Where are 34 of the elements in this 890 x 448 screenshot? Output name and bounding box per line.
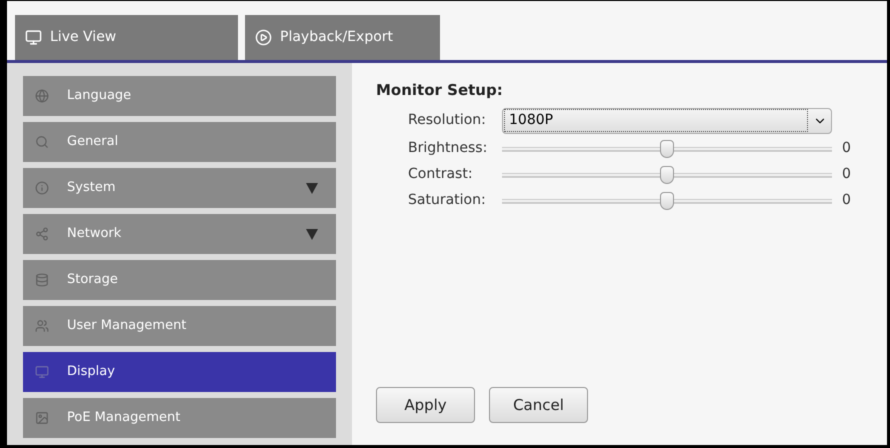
slider-label: Contrast: <box>408 165 474 184</box>
monitor-icon <box>25 29 42 46</box>
sidebar-item[interactable]: User Management <box>23 306 336 346</box>
play-icon <box>255 29 272 46</box>
slider-thumb[interactable] <box>660 192 674 210</box>
sidebar-item[interactable]: General <box>23 122 336 162</box>
sidebar-item[interactable]: PoE Management <box>23 398 336 438</box>
slider-label: Saturation: <box>408 191 487 210</box>
action-button[interactable]: Apply <box>376 387 475 423</box>
sidebar-item[interactable]: Storage <box>23 260 336 300</box>
users-icon <box>35 319 49 333</box>
sidebar-item[interactable]: Display <box>23 352 336 392</box>
tab[interactable]: Live View <box>15 15 238 60</box>
slider-label: Brightness: <box>408 139 488 158</box>
slider-value: 0 <box>842 165 851 184</box>
info-icon <box>35 181 49 195</box>
resolution-dropdown[interactable]: 1080P <box>502 108 832 134</box>
slider-value: 0 <box>842 139 851 158</box>
globe-icon <box>35 89 49 103</box>
picture-icon <box>35 411 49 425</box>
sidebar-item[interactable]: System <box>23 168 336 208</box>
tab[interactable]: Playback/Export <box>245 15 440 60</box>
slider-value: 0 <box>842 191 851 210</box>
magnifier-icon <box>35 135 49 149</box>
section-title: Monitor Setup: <box>376 80 504 101</box>
sidebar-item[interactable]: Language <box>23 76 336 116</box>
monitor-icon <box>35 365 49 379</box>
action-button[interactable]: Cancel <box>489 387 588 423</box>
database-icon <box>35 273 49 287</box>
slider-thumb[interactable] <box>660 140 674 158</box>
field-label: Resolution: <box>408 111 487 130</box>
slider-thumb[interactable] <box>660 166 674 184</box>
sidebar-item[interactable]: Network <box>23 214 336 254</box>
network-icon <box>35 227 49 241</box>
